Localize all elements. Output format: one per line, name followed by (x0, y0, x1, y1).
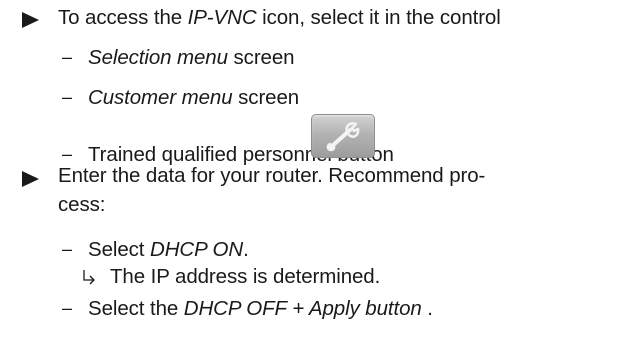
list-dash: – (62, 47, 72, 67)
instruction-enter-router-data: Enter the data for your router. Recommen… (58, 164, 486, 187)
list-dash: – (62, 298, 72, 318)
instruction-enter-router-data-cont: cess: (58, 193, 106, 216)
step-select-dhcp-off-apply: Select the DHCP OFF + Apply button . (88, 297, 433, 320)
list-item-customer-menu: Customer menu screen (88, 86, 300, 109)
result-arrow-icon (83, 270, 95, 285)
list-item-selection-menu: Selection menu screen (88, 46, 295, 69)
instruction-access-ip-vnc: To access the IP-VNC icon, select it in … (58, 6, 501, 29)
trained-personnel-button[interactable] (311, 114, 375, 158)
wrench-icon (326, 122, 360, 152)
list-dash: – (62, 87, 72, 107)
list-dash: – (62, 144, 72, 164)
bullet-triangle-icon (22, 12, 39, 28)
list-dash: – (62, 239, 72, 259)
bullet-triangle-icon (22, 171, 39, 187)
step-select-dhcp-on: Select DHCP ON. (88, 238, 249, 261)
result-ip-address: The IP address is determined. (110, 265, 381, 288)
